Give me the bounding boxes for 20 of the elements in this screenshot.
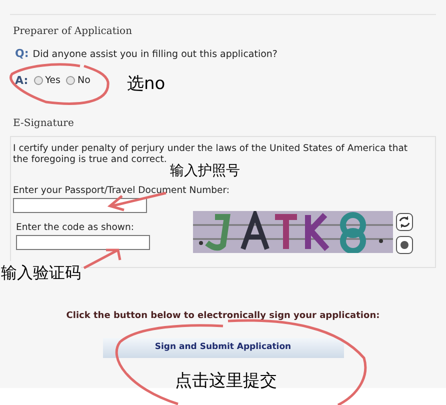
annotation-text: 点击这里提交 bbox=[175, 370, 277, 393]
radio-button[interactable] bbox=[34, 76, 44, 86]
code-field[interactable] bbox=[16, 234, 150, 250]
annotation-text: 输入护照号 bbox=[170, 163, 240, 179]
radio-label: No bbox=[77, 74, 90, 88]
radio-label: Yes bbox=[45, 74, 60, 88]
field-label: Enter the code as shown: bbox=[16, 220, 136, 235]
radio-button[interactable] bbox=[66, 76, 76, 86]
instruction-text: Click the button below to electronically sign your application: bbox=[66, 310, 380, 323]
question-marker: Q: bbox=[15, 46, 29, 62]
field-label: Enter your Passport/Travel Document Number: bbox=[13, 184, 231, 198]
annotation-text: 选no bbox=[127, 73, 166, 96]
answer-marker: A: bbox=[15, 72, 28, 88]
section-heading: E-Signature bbox=[13, 117, 75, 131]
audio-icon[interactable] bbox=[396, 236, 413, 254]
question-text: Did anyone assist you in filling out this application? bbox=[32, 48, 278, 62]
submit-button[interactable]: Sign and Submit Application bbox=[102, 338, 344, 358]
section-heading: Preparer of Application bbox=[13, 25, 134, 39]
passport-field[interactable] bbox=[13, 198, 147, 213]
refresh-icon[interactable] bbox=[396, 212, 413, 231]
